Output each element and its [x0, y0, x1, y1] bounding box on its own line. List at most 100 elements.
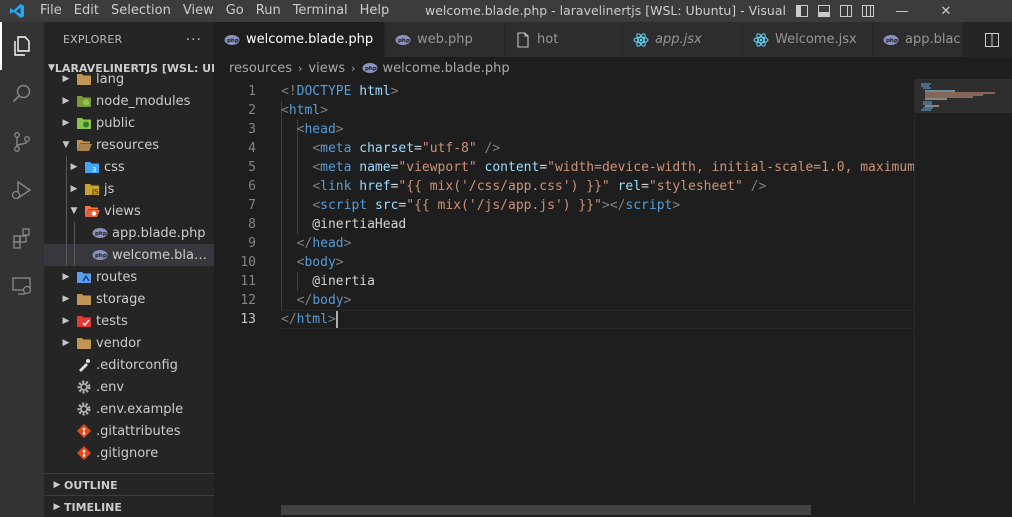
tree-folder-storage[interactable]: ▶ storage — [44, 288, 214, 310]
code-line[interactable]: <!DOCTYPE html> — [281, 82, 921, 101]
timeline-section[interactable]: ▶ TIMELINE — [44, 495, 214, 517]
tree-file-gitignore[interactable]: .gitignore — [44, 442, 214, 464]
svg-text:php: php — [95, 231, 107, 237]
line-number: 2 — [248, 103, 256, 118]
folder-icon — [76, 71, 92, 87]
minimap[interactable] — [914, 79, 1012, 503]
php-file-icon: php — [362, 62, 378, 74]
chevron-right-icon: ▶ — [70, 184, 78, 194]
tab-app-blac[interactable]: php app.blac — [873, 22, 963, 57]
tree-folder-views[interactable]: ▼ views — [44, 200, 214, 222]
menu-selection[interactable]: Selection — [105, 0, 177, 22]
tree-folder-css[interactable]: ▶ 3 css — [44, 156, 214, 178]
outline-section[interactable]: ▶ OUTLINE — [44, 473, 214, 496]
tree-folder-js[interactable]: ▶ JS js — [44, 178, 214, 200]
source-control-icon[interactable] — [0, 118, 44, 166]
run-debug-icon[interactable] — [0, 166, 44, 214]
tree-folder-resources[interactable]: ▼ resources — [44, 134, 214, 156]
code-line[interactable]: <head> — [281, 120, 921, 139]
menu-file[interactable]: File — [34, 0, 68, 22]
toggle-primary-sidebar-icon[interactable] — [794, 3, 810, 19]
tree-folder-node-modules[interactable]: ▶ node_modules — [44, 90, 214, 112]
tree-folder-lang[interactable]: ▶ lang — [44, 68, 214, 90]
tab-welcome-blade-php[interactable]: phpwelcome.blade.php✕ — [214, 22, 395, 57]
code-token: > — [335, 255, 344, 270]
customize-layout-icon[interactable] — [860, 3, 876, 19]
code-line[interactable]: </body> — [281, 291, 921, 310]
menu-edit[interactable]: Edit — [68, 0, 105, 22]
horizontal-scrollbar[interactable] — [214, 503, 1012, 517]
tree-file-env-example[interactable]: .env.example — [44, 398, 214, 420]
code-line[interactable]: <link href = "{{ mix('/css/app.css') }}" r… — [281, 177, 921, 196]
tree-folder-public[interactable]: ▶ public — [44, 112, 214, 134]
layout-controls — [794, 3, 876, 19]
tree-file-editorconfig[interactable]: .editorconfig — [44, 354, 214, 376]
menu-terminal[interactable]: Terminal — [287, 0, 354, 22]
tree-file-env[interactable]: .env — [44, 376, 214, 398]
code-token: @inertiaHead — [281, 217, 407, 232]
code-line[interactable]: <meta charset="utf-8" /> — [281, 139, 921, 158]
minimap-viewport[interactable] — [915, 79, 1012, 113]
code-token: /> — [484, 141, 501, 156]
title-bar: File Edit Selection View Go Run Terminal Help w… — [0, 0, 1012, 22]
code-line[interactable]: @inertia — [281, 272, 921, 291]
tree-file-welcome-blade[interactable]: php welcome.blade.... — [44, 244, 214, 266]
breadcrumb-item[interactable]: resources — [229, 61, 292, 76]
window-title: welcome.blade.php - laravelinertjs [WSL:… — [425, 3, 785, 18]
close-window-button[interactable]: ✕ — [924, 0, 968, 22]
code-line[interactable]: </html> — [281, 310, 921, 329]
breadcrumb-item[interactable]: views — [308, 61, 345, 76]
code-token: </ — [296, 293, 313, 308]
tree-folder-routes[interactable]: ▶ routes — [44, 266, 214, 288]
tab-label: Welcome.jsx — [775, 32, 857, 47]
tree-item-label: resources — [96, 137, 160, 153]
toggle-secondary-sidebar-icon[interactable] — [838, 3, 854, 19]
menu-go[interactable]: Go — [220, 0, 250, 22]
code-line[interactable]: <script src="{{ mix('/js/app.js') }}"></… — [281, 196, 921, 215]
split-editor-button[interactable] — [972, 22, 1012, 57]
scrollbar-thumb[interactable] — [281, 505, 811, 515]
menu-view[interactable]: View — [177, 0, 220, 22]
code-token: body — [304, 255, 336, 270]
code-line[interactable]: </head> — [281, 234, 921, 253]
code-line[interactable]: <body> — [281, 253, 921, 272]
breadcrumb-item[interactable]: welcome.blade.php — [383, 61, 510, 76]
public-folder-icon — [76, 115, 92, 131]
explorer-icon[interactable] — [0, 22, 44, 70]
remote-explorer-icon[interactable] — [0, 262, 44, 310]
tab-welcome-jsx[interactable]: Welcome.jsx — [743, 22, 873, 57]
tree-file-app-blade-php[interactable]: php app.blade.php — [44, 222, 214, 244]
code-line[interactable]: @inertiaHead — [281, 215, 921, 234]
breadcrumb: resources › views › php welcome.blade.php — [214, 57, 1012, 79]
code-content[interactable]: <!DOCTYPE html> <html> <head> <meta chars… — [281, 82, 921, 329]
tree-folder-tests[interactable]: ▶ tests — [44, 310, 214, 332]
extensions-icon[interactable] — [0, 214, 44, 262]
line-number: 9 — [248, 236, 256, 251]
minimize-button[interactable]: — — [880, 0, 924, 22]
code-token: "{{ mix('/css/app.css') }}" — [398, 179, 610, 194]
tab-hot[interactable]: hot — [505, 22, 623, 57]
tree-file-gitattributes[interactable]: .gitattributes — [44, 420, 214, 442]
more-actions-icon[interactable]: ··· — [186, 32, 202, 48]
routes-folder-icon — [76, 269, 92, 285]
menu-run[interactable]: Run — [250, 0, 287, 22]
code-token: "{{ mix('/js/app.js') }}" — [406, 198, 602, 213]
line-number: 6 — [248, 179, 256, 194]
tab-web-php[interactable]: php web.php — [385, 22, 505, 57]
svg-text:php: php — [227, 38, 239, 44]
code-line[interactable]: <html> — [281, 101, 921, 120]
svg-text:php: php — [95, 253, 107, 259]
code-token: < — [312, 160, 321, 175]
search-icon[interactable] — [0, 70, 44, 118]
tab-app-jsx[interactable]: app.jsx — [623, 22, 743, 57]
tree-folder-vendor[interactable]: ▶ vendor — [44, 332, 214, 354]
code-editor[interactable]: 1 2 3 4 5 6 7 8 9 10 11 12 13 <!DOCTYPE html> <html> … — [214, 79, 921, 503]
code-line[interactable]: <meta name="viewport" content="width=dev… — [281, 158, 921, 177]
outline-label: OUTLINE — [64, 478, 118, 492]
toggle-panel-icon[interactable] — [816, 3, 832, 19]
menu-help[interactable]: Help — [354, 0, 396, 22]
tree-item-label: storage — [96, 291, 146, 307]
